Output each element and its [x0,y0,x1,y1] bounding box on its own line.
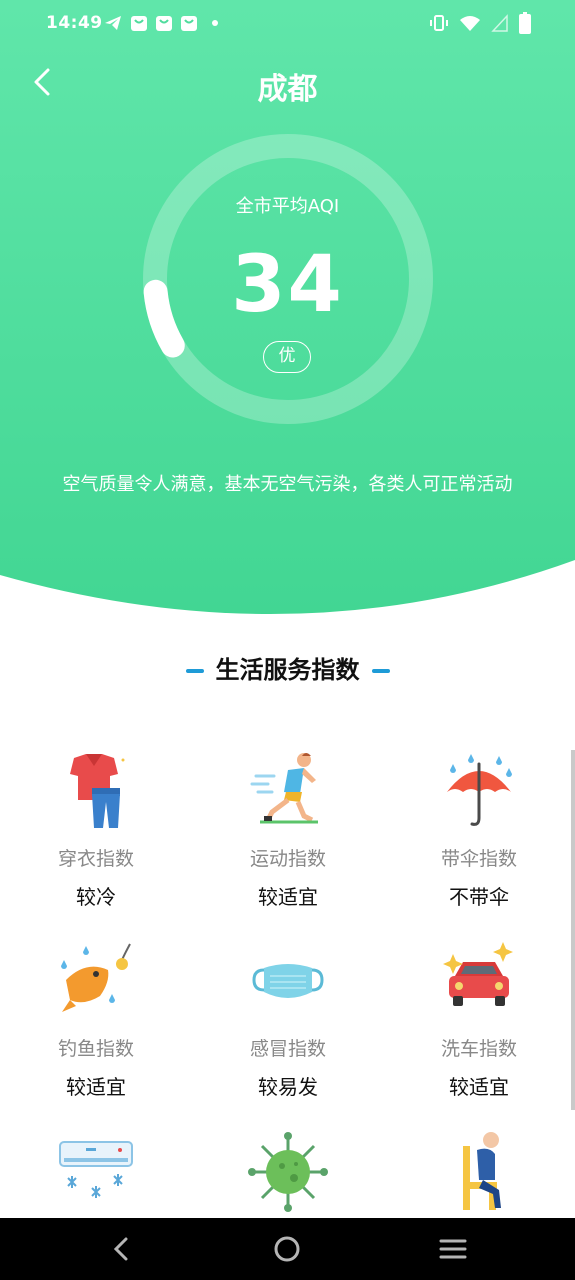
sitting-person-icon [463,1132,501,1210]
status-time: 14:49 [46,13,103,33]
index-value: 较易发 [258,1075,318,1099]
index-name: 钓鱼指数 [57,1038,134,1060]
aqi-label: 全市平均AQI [235,196,340,217]
index-name: 洗车指数 [440,1038,517,1060]
index-value: 较适宜 [66,1075,126,1099]
nav-back-icon[interactable] [105,1232,139,1266]
index-name: 穿衣指数 [57,848,134,870]
page-title: 成都 [257,72,318,107]
section-title-text: 生活服务指数 [215,656,360,684]
aqi-description: 空气质量令人满意，基本无空气污染，各类人可正常活动 [62,474,513,495]
index-value: 不带伞 [449,885,509,909]
mask-icon [252,964,324,998]
virus-icon [248,1132,328,1212]
index-item-sitting[interactable] [383,1132,575,1212]
index-item-virus[interactable] [192,1132,384,1212]
index-value: 较冷 [76,885,116,909]
index-item-air-conditioner[interactable] [0,1132,192,1212]
wifi-icon [460,16,480,31]
index-value: 较适宜 [449,1075,509,1099]
index-item-sport[interactable]: 运动指数 较适宜 [192,750,384,910]
index-item-umbrella[interactable]: 带伞指数 不带伞 [383,750,575,910]
section-title: 生活服务指数 [0,650,575,685]
clothing-icon [70,754,125,828]
hero-panel: 14:49 成都 全市平均AQI 34 优 空气质量令人满意，基本无空气污染，各… [0,0,575,640]
battery-icon [519,12,531,34]
index-name: 运动指数 [249,848,326,870]
index-item-cold[interactable]: 感冒指数 较易发 [192,940,384,1100]
system-nav-bar [0,1218,575,1280]
running-icon [250,753,318,824]
telegram-icon [105,16,121,30]
index-name: 感冒指数 [249,1038,326,1060]
index-name: 带伞指数 [440,848,517,870]
index-item-clothing[interactable]: 穿衣指数 较冷 [0,750,192,910]
index-item-carwash[interactable]: 洗车指数 较适宜 [383,940,575,1100]
car-wash-icon [443,942,513,1006]
status-bar: 14:49 [0,0,575,48]
nav-home-icon[interactable] [270,1232,304,1266]
aqi-level-badge: 优 [263,341,311,373]
signal-icon [491,14,508,32]
shopping-bag-icon [156,16,172,31]
air-conditioner-icon [59,1141,133,1198]
shopping-bag-icon [131,16,147,31]
index-value: 较适宜 [258,885,318,909]
title-accent-left [185,669,204,673]
vibrate-icon [430,15,448,31]
index-item-fishing[interactable]: 钓鱼指数 较适宜 [0,940,192,1100]
title-accent-right [371,669,390,673]
fishing-icon [61,943,131,1012]
shopping-bag-icon [181,16,197,31]
scroll-indicator [571,750,575,1110]
umbrella-icon [447,754,512,826]
more-notifications-icon [212,20,218,26]
aqi-value: 34 [231,240,344,330]
nav-menu-icon[interactable] [436,1232,470,1266]
